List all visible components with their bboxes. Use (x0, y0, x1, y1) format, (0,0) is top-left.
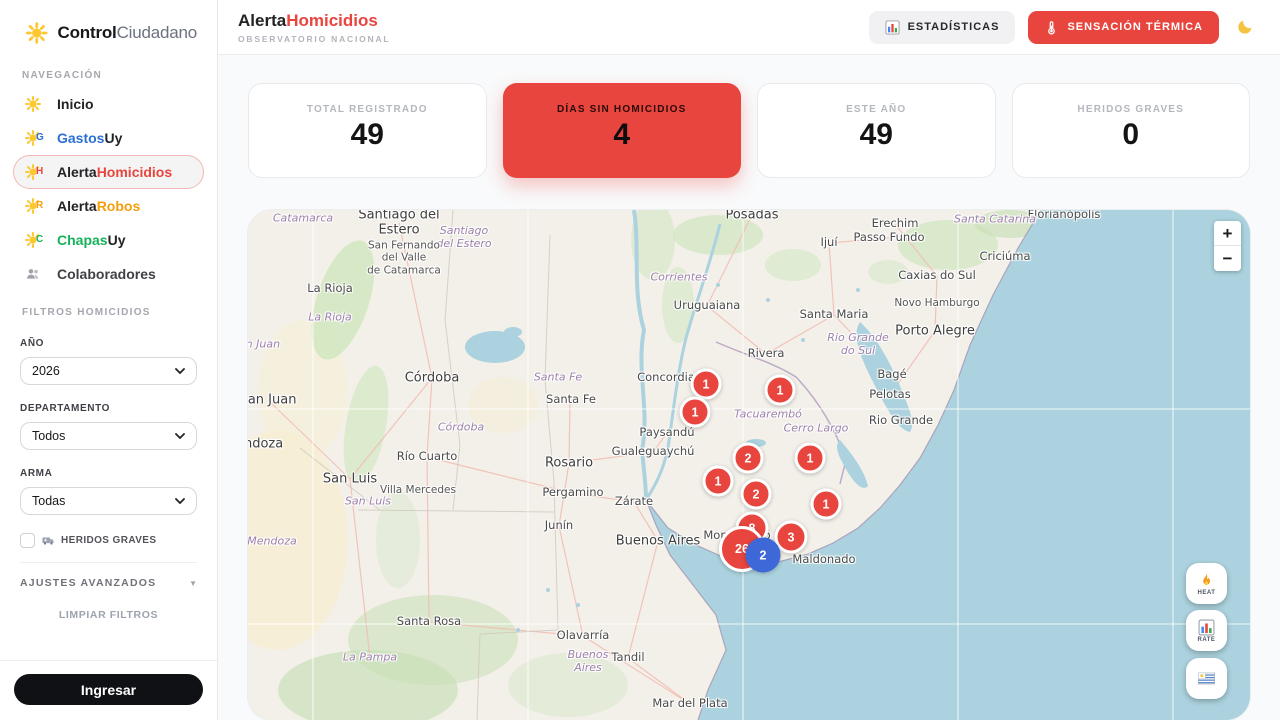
dark-mode-toggle[interactable] (1236, 18, 1254, 36)
map-marker-cluster[interactable]: 1 (691, 369, 722, 400)
map-marker-cluster[interactable]: 1 (680, 397, 711, 428)
sidebar-item-inicio[interactable]: Inicio (13, 87, 204, 121)
app-name: ControlCiudadano (58, 23, 197, 43)
ambulance-icon (42, 536, 54, 545)
sun-badge-icon: C (25, 232, 47, 248)
map-canvas[interactable]: Santiago del EsteroSantiago del EsteroCa… (248, 210, 1250, 720)
weapon-select-value: Todas (32, 494, 65, 508)
map-marker-cluster[interactable]: 1 (811, 489, 842, 520)
heridos-graves-label: HERIDOS GRAVES (61, 535, 156, 546)
chevron-down-icon: ▼ (189, 579, 197, 588)
zoom-in-button[interactable]: + (1214, 221, 1241, 246)
weapon-select[interactable]: Todas (20, 487, 197, 515)
sidebar-item-colaboradores[interactable]: Colaboradores (13, 257, 204, 291)
main-nav: Inicio G GastosUy H AlertaHomicidios R A… (0, 87, 217, 291)
map-zoom-control: + − (1214, 221, 1241, 271)
thermal-sensation-button[interactable]: SENSACIÓN TÉRMICA (1028, 11, 1219, 44)
rate-chart-icon (1198, 619, 1215, 636)
stat-card-dias-sin-homicidios: DÍAS SIN HOMICIDIOS 4 (503, 83, 742, 178)
nav-section-header: NAVEGACIÓN (0, 62, 217, 87)
sun-badge-icon: G (25, 130, 47, 146)
map-marker-cluster[interactable]: 2 (741, 479, 772, 510)
map-marker-cluster[interactable]: 1 (703, 466, 734, 497)
content: TOTAL REGISTRADO 49 DÍAS SIN HOMICIDIOS … (218, 55, 1280, 720)
map-marker-cluster[interactable]: 2 (733, 443, 764, 474)
fire-icon (1198, 572, 1215, 589)
stat-card-total: TOTAL REGISTRADO 49 (248, 83, 487, 178)
chevron-down-icon (175, 368, 185, 374)
sun-logo-icon (26, 20, 48, 46)
topbar: AlertaHomicidios OBSERVATORIO NACIONAL E… (218, 0, 1280, 55)
filters-section-header: FILTROS HOMICIDIOS (0, 299, 217, 324)
year-select[interactable]: 2026 (20, 357, 197, 385)
sidebar-item-alertahomicidios[interactable]: H AlertaHomicidios (13, 155, 204, 189)
stats-chart-icon (885, 20, 900, 35)
year-select-value: 2026 (32, 364, 60, 378)
rate-toggle-button[interactable]: RATE (1186, 610, 1227, 651)
sidebar-item-label: AlertaHomicidios (57, 164, 172, 180)
page-title: AlertaHomicidios (238, 11, 390, 31)
sun-badge-icon: H (25, 164, 47, 180)
sidebar-item-label: Inicio (57, 96, 94, 112)
clear-filters-button[interactable]: LIMPIAR FILTROS (0, 609, 217, 621)
sidebar-item-label: ChapasUy (57, 232, 125, 248)
department-select[interactable]: Todos (20, 422, 197, 450)
sidebar-item-label: Colaboradores (57, 266, 156, 282)
heridos-graves-checkbox[interactable] (20, 533, 35, 548)
stat-card-este-anio: ESTE AÑO 49 (757, 83, 996, 178)
sidebar-item-label: AlertaRobos (57, 198, 140, 214)
map-markers-layer: 1112112183262 (248, 210, 1250, 720)
sun-badge-icon: R (25, 198, 47, 214)
heatmap-toggle-button[interactable]: HEAT (1186, 563, 1227, 604)
topbar-actions: ESTADÍSTICAS SENSACIÓN TÉRMICA (869, 11, 1254, 44)
filters-panel: AÑO 2026 DEPARTAMENTO Todos ARMA Todas H… (0, 324, 217, 548)
main-area: AlertaHomicidios OBSERVATORIO NACIONAL E… (218, 0, 1280, 720)
sidebar-item-label: GastosUy (57, 130, 122, 146)
department-filter-label: DEPARTAMENTO (20, 403, 197, 414)
department-select-value: Todos (32, 429, 65, 443)
map-marker-cluster[interactable]: 1 (795, 443, 826, 474)
heridos-graves-checkbox-row[interactable]: HERIDOS GRAVES (20, 533, 197, 548)
thermometer-icon (1044, 20, 1059, 35)
page-title-block: AlertaHomicidios OBSERVATORIO NACIONAL (238, 11, 390, 44)
weapon-filter-label: ARMA (20, 468, 197, 479)
uruguay-flag-icon (1198, 670, 1215, 687)
chevron-down-icon (175, 498, 185, 504)
sidebar-item-gastosuy[interactable]: G GastosUy (13, 121, 204, 155)
stat-card-heridos-graves: HERIDOS GRAVES 0 (1012, 83, 1251, 178)
map-marker-cluster[interactable]: 1 (765, 375, 796, 406)
people-icon (25, 266, 47, 282)
advanced-settings-toggle[interactable]: AJUSTES AVANZADOS ▼ (20, 562, 197, 589)
app-logo[interactable]: ControlCiudadano (0, 0, 217, 62)
year-filter-label: AÑO (20, 338, 197, 349)
sidebar: ControlCiudadano NAVEGACIÓN Inicio G Gas… (0, 0, 218, 720)
map-marker-cluster[interactable]: 2 (746, 538, 781, 573)
statistics-button[interactable]: ESTADÍSTICAS (869, 11, 1016, 44)
stats-row: TOTAL REGISTRADO 49 DÍAS SIN HOMICIDIOS … (248, 83, 1250, 178)
sidebar-footer: Ingresar (0, 660, 217, 720)
zoom-out-button[interactable]: − (1214, 246, 1241, 271)
login-button[interactable]: Ingresar (14, 674, 203, 705)
moon-icon (1236, 18, 1254, 36)
uruguay-flag-button[interactable] (1186, 658, 1227, 699)
sun-icon (25, 96, 47, 112)
sidebar-item-chapasuy[interactable]: C ChapasUy (13, 223, 204, 257)
chevron-down-icon (175, 433, 185, 439)
sidebar-item-alertarobos[interactable]: R AlertaRobos (13, 189, 204, 223)
page-subtitle: OBSERVATORIO NACIONAL (238, 34, 390, 44)
